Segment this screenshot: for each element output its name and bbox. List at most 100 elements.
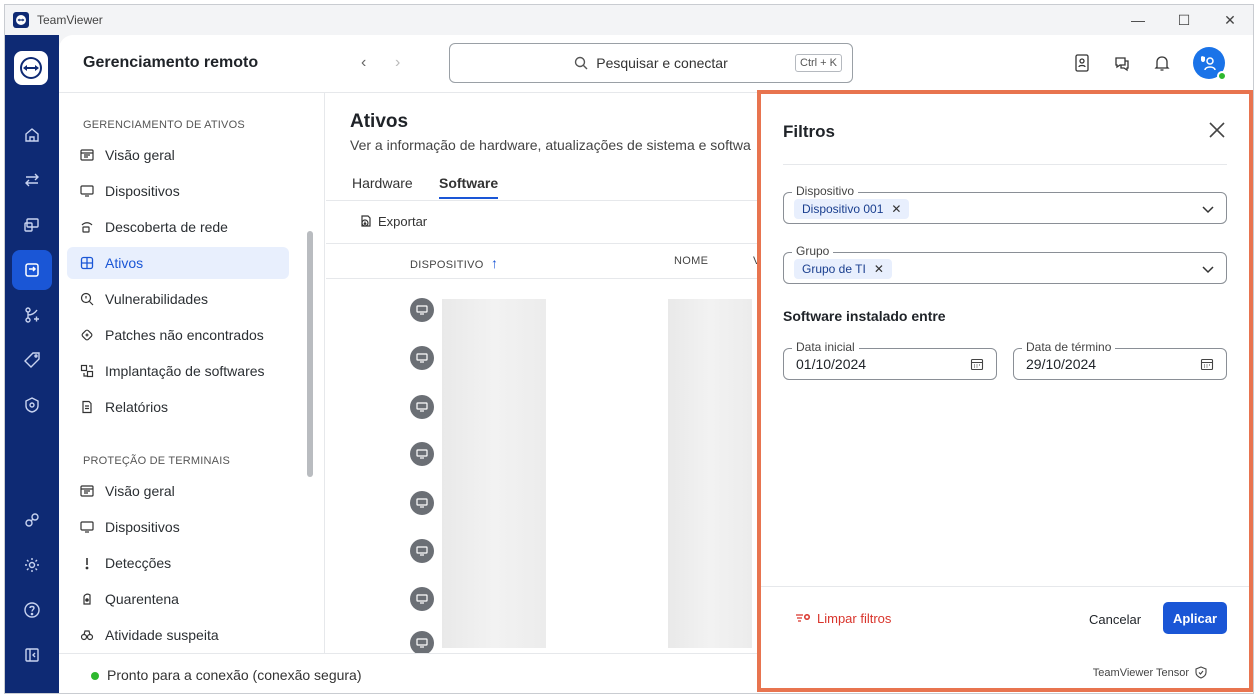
teamviewer-logo-icon xyxy=(13,12,29,28)
calendar-icon[interactable] xyxy=(1200,357,1214,371)
icon-rail xyxy=(5,35,59,693)
binoculars-icon xyxy=(79,627,95,643)
device-icon xyxy=(410,395,434,419)
device-icon xyxy=(410,539,434,563)
sidebar-item-reports[interactable]: Relatórios xyxy=(67,391,289,423)
clear-filters-button[interactable]: Limpar filtros xyxy=(795,611,891,626)
sidebar-item-label: Descoberta de rede xyxy=(105,219,228,235)
export-label: Exportar xyxy=(378,213,428,229)
back-button[interactable]: ‹ xyxy=(361,54,366,72)
device-icon xyxy=(410,491,434,515)
group-filter-select[interactable]: Grupo Grupo de TI ✕ xyxy=(783,244,1227,284)
end-date-label: Data de término xyxy=(1022,340,1116,354)
sidebar-item-label: Patches não encontrados xyxy=(105,327,264,343)
sidebar-item-ep-devices[interactable]: Dispositivos xyxy=(67,511,289,543)
device-icon xyxy=(410,631,434,655)
contacts-icon[interactable] xyxy=(1073,54,1091,72)
deployment-icon xyxy=(79,363,95,379)
device-icon xyxy=(410,346,434,370)
collapse-panel-icon[interactable] xyxy=(12,635,52,675)
clear-filter-icon xyxy=(796,613,810,622)
forward-button[interactable]: › xyxy=(395,54,400,72)
sidebar-item-network-discovery[interactable]: Descoberta de rede xyxy=(67,211,289,243)
apply-button[interactable]: Aplicar xyxy=(1163,602,1227,634)
tab-hardware[interactable]: Hardware xyxy=(352,175,413,197)
column-header-name[interactable]: NOME xyxy=(674,255,708,267)
page-title: Gerenciamento remoto xyxy=(83,54,259,71)
chat-icon[interactable] xyxy=(1113,54,1131,72)
search-placeholder: Pesquisar e conectar xyxy=(596,55,728,71)
start-date-field[interactable]: Data inicial 01/10/2024 xyxy=(783,340,997,380)
sidebar-item-detections[interactable]: Detecções xyxy=(67,547,289,579)
filters-panel: Filtros Dispositivo Dispositivo 001 ✕ Gr… xyxy=(757,90,1253,692)
chevron-down-icon[interactable] xyxy=(1200,261,1216,277)
sidebar-item-vulnerabilities[interactable]: Vulnerabilidades xyxy=(67,283,289,315)
sidebar-item-label: Visão geral xyxy=(105,483,175,499)
content-title: Ativos xyxy=(350,111,409,132)
sidebar-item-label: Atividade suspeita xyxy=(105,627,219,643)
filters-title: Filtros xyxy=(783,122,835,141)
tag-icon[interactable] xyxy=(12,340,52,380)
device-filter-select[interactable]: Dispositivo Dispositivo 001 ✕ xyxy=(783,184,1227,224)
search-shortcut-hint: Ctrl + K xyxy=(795,54,842,72)
sort-ascending-icon: ↑ xyxy=(490,255,499,271)
device-icon xyxy=(410,442,434,466)
help-icon[interactable] xyxy=(12,590,52,630)
settings-icon[interactable] xyxy=(12,545,52,585)
home-icon[interactable] xyxy=(12,115,52,155)
remove-chip-button[interactable]: ✕ xyxy=(891,202,901,216)
tab-software[interactable]: Software xyxy=(439,175,499,199)
sidebar-item-label: Visão geral xyxy=(105,147,175,163)
patch-icon xyxy=(79,327,95,343)
vulnerability-icon xyxy=(79,291,95,307)
sidebar-item-ep-overview[interactable]: Visão geral xyxy=(67,475,289,507)
report-icon xyxy=(79,399,95,415)
exclamation-icon xyxy=(79,555,95,571)
remove-chip-button[interactable]: ✕ xyxy=(874,262,884,276)
shield-gear-icon[interactable] xyxy=(12,385,52,425)
minimize-button[interactable]: — xyxy=(1115,5,1161,35)
sidebar-item-quarantine[interactable]: Quarentena xyxy=(67,583,289,615)
remote-management-icon[interactable] xyxy=(12,250,52,290)
sidebar-scrollbar[interactable] xyxy=(307,231,313,477)
start-date-value: 01/10/2024 xyxy=(796,356,867,372)
close-icon[interactable] xyxy=(1205,118,1229,142)
remote-screen-icon[interactable] xyxy=(12,205,52,245)
device-icon xyxy=(410,298,434,322)
device-filter-chip-label: Dispositivo 001 xyxy=(802,202,884,216)
transfer-icon[interactable] xyxy=(12,160,52,200)
start-date-label: Data inicial xyxy=(792,340,859,354)
integrations-icon[interactable] xyxy=(12,500,52,540)
sidebar-item-suspicious-activity[interactable]: Atividade suspeita xyxy=(67,619,289,651)
assets-grid-icon xyxy=(79,255,95,271)
sidebar-item-label: Implantação de softwares xyxy=(105,363,265,379)
column-header-device[interactable]: DISPOSITIVO ↑ xyxy=(410,255,498,271)
dashboard-icon xyxy=(79,147,95,163)
export-button[interactable]: Exportar xyxy=(358,213,427,229)
notifications-bell-icon[interactable] xyxy=(1153,54,1171,72)
window-title: TeamViewer xyxy=(37,13,103,27)
calendar-icon[interactable] xyxy=(970,357,984,371)
sidebar-item-software-deployment[interactable]: Implantação de softwares xyxy=(67,355,289,387)
maximize-button[interactable]: ☐ xyxy=(1161,5,1207,35)
title-bar: TeamViewer — ☐ ✕ xyxy=(5,5,1253,35)
cancel-button[interactable]: Cancelar xyxy=(1089,612,1141,627)
network-discovery-icon xyxy=(79,219,95,235)
teamviewer-home-logo[interactable] xyxy=(14,51,48,85)
sidebar-item-devices[interactable]: Dispositivos xyxy=(67,175,289,207)
close-window-button[interactable]: ✕ xyxy=(1207,5,1253,35)
tensor-footer: TeamViewer Tensor xyxy=(1093,666,1207,679)
filters-footer-divider xyxy=(761,586,1249,587)
end-date-field[interactable]: Data de término 29/10/2024 xyxy=(1013,340,1227,380)
search-input[interactable]: Pesquisar e conectar Ctrl + K xyxy=(449,43,853,83)
workflow-icon[interactable] xyxy=(12,295,52,335)
sidebar-item-overview[interactable]: Visão geral xyxy=(67,139,289,171)
sidebar-item-assets[interactable]: Ativos xyxy=(67,247,289,279)
sidebar-item-missing-patches[interactable]: Patches não encontrados xyxy=(67,319,289,351)
chevron-down-icon[interactable] xyxy=(1200,201,1216,217)
sidebar: GERENCIAMENTO DE ATIVOS Visão geral Disp… xyxy=(59,93,325,653)
sidebar-item-label: Vulnerabilidades xyxy=(105,291,208,307)
group-filter-chip-label: Grupo de TI xyxy=(802,262,866,276)
user-avatar[interactable] xyxy=(1193,47,1227,81)
sidebar-item-label: Dispositivos xyxy=(105,183,180,199)
